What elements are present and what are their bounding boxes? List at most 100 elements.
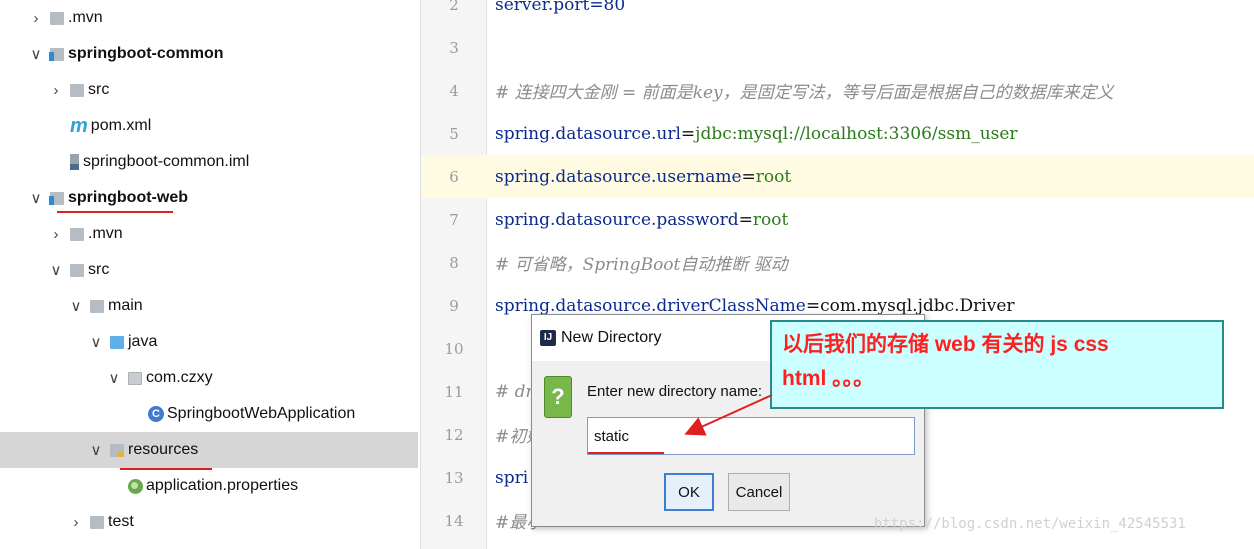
- chevron-down-icon[interactable]: ∨: [88, 333, 104, 351]
- tree-item[interactable]: ∨ resources: [0, 432, 418, 468]
- module-folder-icon: [49, 47, 64, 61]
- code-line[interactable]: 5 spring.datasource.url=jdbc:mysql://loca…: [421, 112, 1254, 155]
- line-number: 7: [449, 210, 459, 229]
- chevron-down-icon[interactable]: ∨: [88, 441, 104, 459]
- chevron-right-icon[interactable]: ›: [28, 10, 44, 27]
- watermark: https://blog.csdn.net/weixin_42545531: [874, 516, 1186, 532]
- resources-folder-icon: [110, 443, 124, 457]
- chevron-down-icon[interactable]: ∨: [68, 297, 84, 315]
- tree-item[interactable]: ∨ springboot-common: [0, 36, 418, 72]
- tree-item[interactable]: › src: [0, 72, 418, 108]
- code-token: =: [680, 123, 696, 144]
- maven-icon: m: [70, 115, 88, 137]
- chevron-down-icon[interactable]: ∨: [48, 261, 64, 279]
- line-number: 4: [449, 81, 459, 100]
- code-line[interactable]: 7 spring.datasource.password=root: [421, 198, 1254, 241]
- tree-item-label: springboot-common.iml: [83, 153, 250, 170]
- project-tree: ›.mvn∨springboot-common›src›mpom.xml›spr…: [0, 0, 418, 549]
- chevron-right-icon[interactable]: ›: [68, 514, 84, 531]
- chevron-right-icon[interactable]: ›: [48, 226, 64, 243]
- code-token: spring.datasource.driverClassName: [495, 295, 806, 316]
- line-number: 2: [449, 0, 459, 14]
- tree-item-label: main: [108, 297, 143, 314]
- code-token: # 可省略，SpringBoot自动推断 驱动: [495, 255, 788, 275]
- line-number: 10: [444, 339, 464, 358]
- code-text: spring.datasource.url=jdbc:mysql://local…: [495, 124, 1018, 144]
- folder-icon: [70, 227, 84, 241]
- tree-item-label: test: [108, 513, 134, 530]
- question-icon: ?: [544, 376, 572, 418]
- dialog-prompt: Enter new directory name:: [587, 383, 763, 400]
- tree-item[interactable]: › .mvn: [0, 0, 418, 36]
- underline-springboot-web: [57, 211, 173, 213]
- code-line[interactable]: 6 spring.datasource.username=root: [421, 155, 1254, 198]
- folder-icon: [90, 515, 104, 529]
- underline-static: [588, 452, 664, 454]
- folder-icon: [50, 11, 64, 25]
- iml-file-icon: [70, 154, 79, 170]
- code-token: jdbc:mysql://localhost:3306/ssm_user: [695, 123, 1018, 144]
- line-number: 14: [444, 511, 464, 530]
- tree-item-label: src: [88, 81, 110, 98]
- code-text: # 可省略，SpringBoot自动推断 驱动: [495, 250, 788, 275]
- code-token: spring.datasource.password: [495, 209, 739, 230]
- tree-item-label: application.properties: [146, 477, 299, 494]
- folder-icon: [70, 83, 84, 97]
- tree-item[interactable]: ›mpom.xml: [0, 108, 418, 144]
- code-token: =: [805, 295, 821, 316]
- tree-item-label: .mvn: [88, 225, 123, 242]
- code-line[interactable]: 3: [421, 26, 1254, 69]
- line-number: 8: [449, 253, 459, 272]
- tree-item[interactable]: › .mvn: [0, 216, 418, 252]
- code-text: server.port=80: [495, 0, 625, 15]
- cancel-button[interactable]: Cancel: [728, 473, 790, 511]
- code-token: spri: [495, 467, 529, 488]
- code-text: # 连接四大金刚 = 前面是key，是固定写法，等号后面是根据自己的数据库来定义: [495, 78, 1114, 103]
- code-token: spring.datasource.url: [495, 123, 681, 144]
- tree-item-label: springboot-common: [68, 45, 224, 62]
- code-token: =: [738, 209, 753, 230]
- folder-icon: [70, 263, 84, 277]
- tree-item[interactable]: ›CSpringbootWebApplication: [0, 396, 418, 432]
- tree-item-label: .mvn: [68, 9, 103, 26]
- code-line[interactable]: 8 # 可省略，SpringBoot自动推断 驱动: [421, 241, 1254, 284]
- directory-name-input[interactable]: [587, 417, 915, 455]
- code-text: spring.datasource.username=root: [495, 167, 791, 187]
- chevron-down-icon[interactable]: ∨: [28, 45, 44, 63]
- code-token: root: [755, 166, 792, 187]
- chevron-down-icon[interactable]: ∨: [28, 189, 44, 207]
- tree-item[interactable]: ∨ main: [0, 288, 418, 324]
- line-number: 12: [444, 425, 464, 444]
- chevron-right-icon[interactable]: ›: [48, 82, 64, 99]
- line-number: 13: [444, 468, 464, 487]
- code-line[interactable]: 4 # 连接四大金刚 = 前面是key，是固定写法，等号后面是根据自己的数据库来定…: [421, 69, 1254, 112]
- tree-item[interactable]: › test: [0, 504, 418, 540]
- line-number: 5: [449, 124, 459, 143]
- tree-item[interactable]: ∨ src: [0, 252, 418, 288]
- ok-button[interactable]: OK: [664, 473, 714, 511]
- tree-item-label: src: [88, 261, 110, 278]
- chevron-down-icon[interactable]: ∨: [106, 369, 122, 387]
- code-line[interactable]: 2 server.port=80: [421, 0, 1254, 26]
- tree-item[interactable]: ∨ java: [0, 324, 418, 360]
- properties-file-icon: [128, 478, 143, 494]
- tree-item-label: com.czxy: [146, 369, 213, 386]
- tree-item-label: java: [128, 333, 158, 350]
- intellij-app-icon: IJ: [540, 330, 556, 346]
- tree-item[interactable]: ›application.properties: [0, 468, 418, 504]
- tree-item[interactable]: ›springboot-common.iml: [0, 144, 418, 180]
- line-number: 6: [449, 167, 459, 186]
- code-token: root: [752, 209, 789, 230]
- package-icon: [128, 371, 142, 385]
- line-number: 11: [444, 382, 464, 401]
- code-token: com.mysql.jdbc.Driver: [820, 295, 1015, 316]
- code-text: spring.datasource.driverClassName=com.my…: [495, 296, 1015, 316]
- code-text: spri: [495, 468, 528, 488]
- code-token: server.port=80: [495, 0, 626, 15]
- spring-class-icon: C: [148, 406, 164, 422]
- module-folder-icon: [49, 191, 64, 205]
- tree-item[interactable]: ∨ com.czxy: [0, 360, 418, 396]
- source-folder-icon: [110, 335, 124, 349]
- annotation-line-1: 以后我们的存储 web 有关的 js css: [782, 333, 1109, 356]
- tree-item-label: resources: [128, 441, 199, 458]
